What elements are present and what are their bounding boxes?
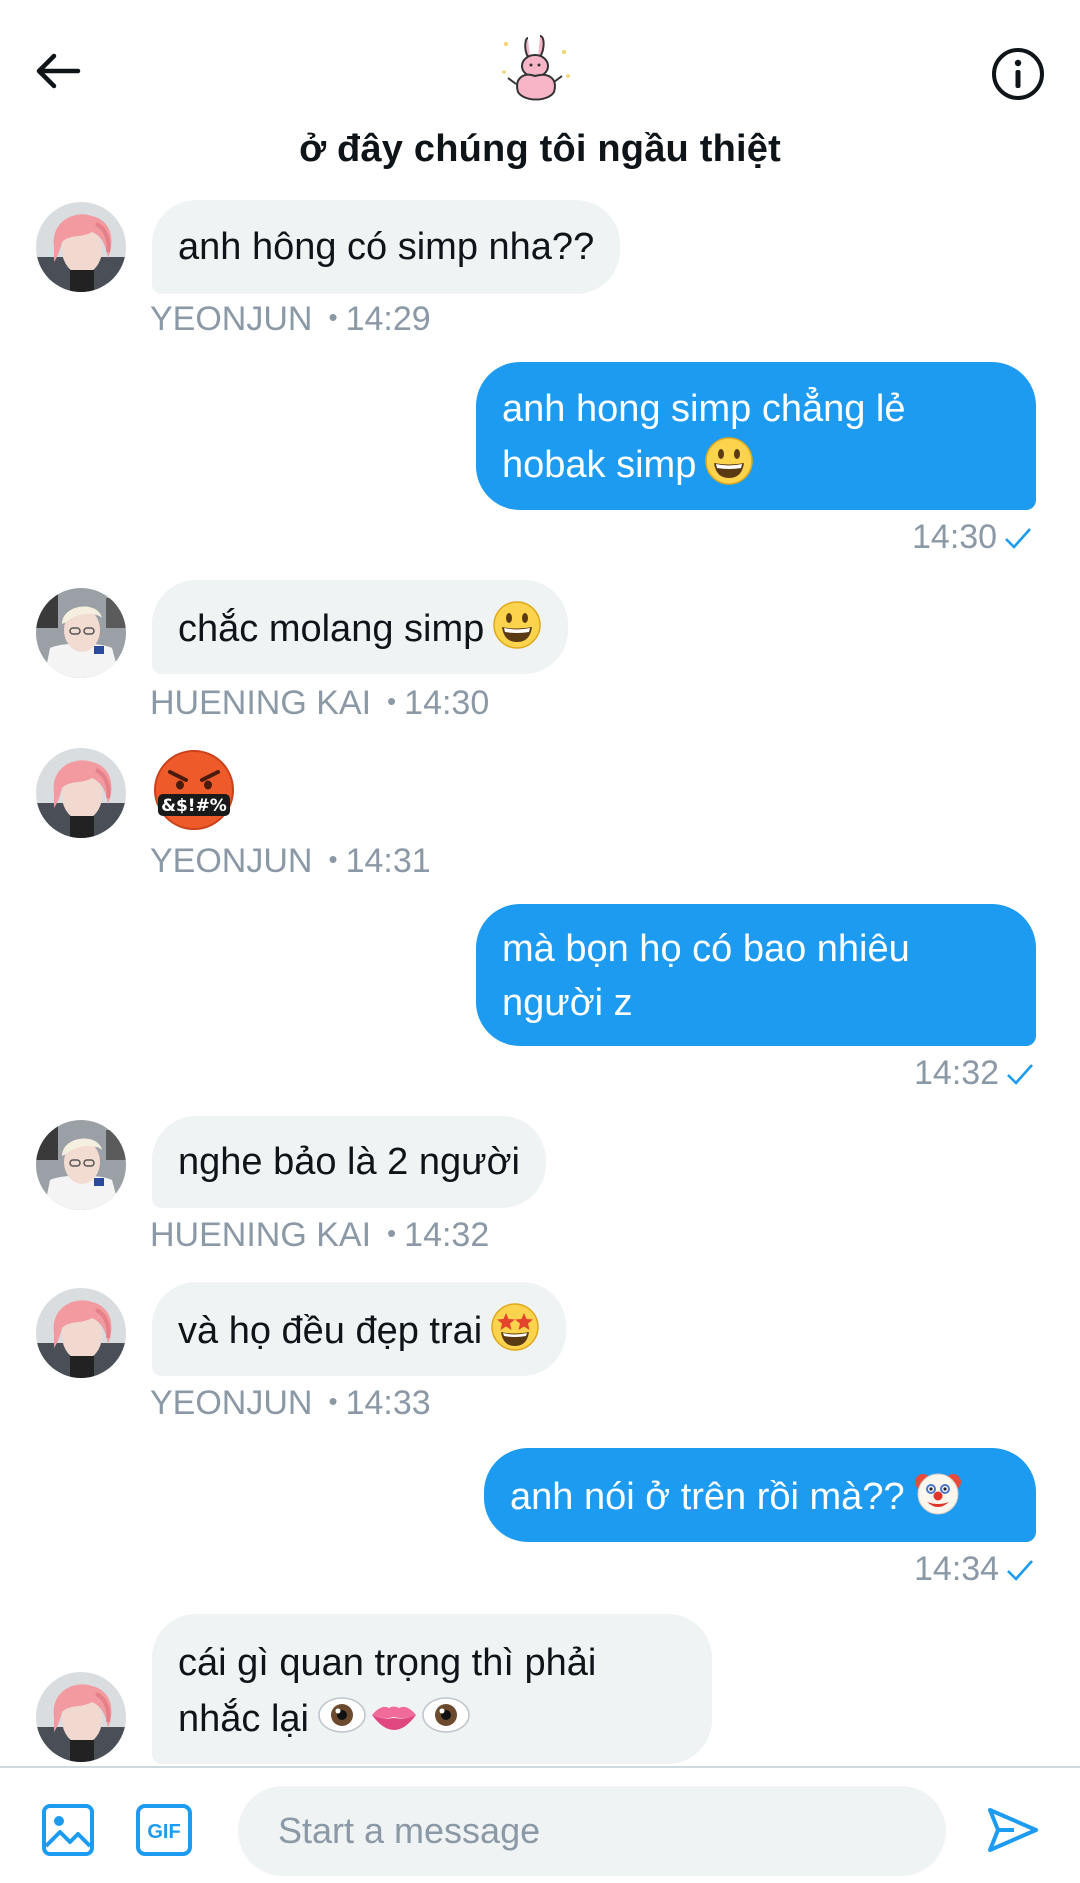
sender-name: YEONJUN: [150, 842, 313, 880]
info-icon: [992, 48, 1044, 100]
sender-name: HUENING KAI: [150, 1216, 372, 1254]
message-time: 14:29: [345, 300, 431, 338]
star-struck-emoji: [490, 1302, 540, 1352]
message-meta: HUENING KAI • 14:32: [150, 1216, 490, 1254]
message-time: 14:30: [404, 684, 490, 722]
check-icon: [1005, 528, 1032, 549]
message-time: 14:32: [404, 1216, 490, 1254]
sender-name: HUENING KAI: [150, 684, 372, 722]
eye-emoji: [317, 1690, 367, 1740]
message-text-line: cái gì quan trọng thì phải: [178, 1642, 597, 1684]
message-text-line: người z: [502, 982, 633, 1024]
conversation-header: ở đây chúng tôi ngầu thiệt: [0, 0, 1080, 200]
conversation-title: ở đây chúng tôi ngầu thiệt: [299, 128, 781, 170]
message-meta: YEONJUN • 14:29: [150, 300, 431, 338]
message-time: 14:34: [914, 1550, 1000, 1588]
message-bubble-outgoing[interactable]: mà bọn họ có bao nhiêu người z: [476, 904, 1036, 1046]
eye-emoji: [421, 1690, 471, 1740]
grinning-face-emoji: [704, 436, 754, 486]
message-bubble-incoming[interactable]: chắc molang simp: [152, 580, 569, 674]
back-arrow-icon: [36, 53, 81, 89]
clown-face-emoji: [913, 1468, 963, 1518]
message-time: 14:32: [914, 1054, 1000, 1092]
message-meta: YEONJUN • 14:33: [150, 1384, 431, 1422]
message-time: 14:30: [912, 518, 998, 556]
gif-label: GIF: [147, 1821, 180, 1843]
add-image-button[interactable]: [40, 1802, 100, 1862]
emoji-symbols-text: &$!#%: [161, 796, 227, 816]
message-bubble-incoming[interactable]: và họ đều đẹp trai: [152, 1282, 567, 1376]
message-text-line: anh hong simp chẳng lẻ: [502, 388, 906, 430]
message-text: nghe bảo là 2 người: [178, 1141, 520, 1183]
message-meta: YEONJUN • 14:31: [150, 842, 431, 880]
message-meta: HUENING KAI • 14:30: [150, 684, 490, 722]
group-avatar[interactable]: [498, 32, 574, 108]
avatar-yeonjun[interactable]: [36, 1672, 126, 1762]
message-text: anh hông có simp nha??: [178, 226, 595, 268]
check-icon: [1007, 1560, 1034, 1581]
avatar-yeonjun[interactable]: [36, 748, 126, 838]
avatar-yeonjun[interactable]: [36, 202, 126, 292]
message-meta: 14:32: [914, 1054, 1035, 1093]
check-icon: [1007, 1064, 1034, 1085]
avatar-huening-kai[interactable]: [36, 1120, 126, 1210]
send-icon: [988, 1808, 1038, 1852]
message-text: anh nói ở trên rồi mà??: [510, 1476, 905, 1518]
message-composer: GIF: [0, 1766, 1080, 1883]
avatar-huening-kai[interactable]: [36, 588, 126, 678]
back-button[interactable]: [30, 46, 90, 96]
lips-emoji: [369, 1690, 419, 1740]
sender-name: YEONJUN: [150, 300, 313, 338]
add-gif-button[interactable]: GIF: [134, 1802, 194, 1862]
avatar-yeonjun[interactable]: [36, 1288, 126, 1378]
message-text: và họ đều đẹp trai: [178, 1310, 483, 1352]
message-text: chắc molang simp: [178, 608, 485, 650]
send-button[interactable]: [984, 1802, 1040, 1862]
face-with-symbols-on-mouth-emoji[interactable]: &$!#%: [152, 748, 236, 832]
message-text-line: hobak simp: [502, 444, 697, 486]
message-meta: 14:34: [914, 1550, 1035, 1589]
message-meta: 14:30: [912, 518, 1033, 557]
message-input[interactable]: [238, 1786, 946, 1876]
message-bubble-outgoing[interactable]: anh nói ở trên rồi mà??: [484, 1448, 1036, 1542]
message-time: 14:31: [345, 842, 431, 880]
sender-name: YEONJUN: [150, 1384, 313, 1422]
message-bubble-incoming[interactable]: nghe bảo là 2 người: [152, 1116, 546, 1208]
message-bubble-incoming[interactable]: anh hông có simp nha??: [152, 200, 621, 294]
message-bubble-incoming[interactable]: cái gì quan trọng thì phải nhắc lại: [152, 1614, 712, 1764]
conversation-info-button[interactable]: [990, 46, 1046, 102]
message-bubble-outgoing[interactable]: anh hong simp chẳng lẻ hobak simp: [476, 362, 1036, 510]
message-text-line: nhắc lại: [178, 1698, 309, 1740]
message-time: 14:33: [345, 1384, 431, 1422]
image-icon: [42, 1804, 94, 1856]
grinning-face-emoji: [492, 600, 542, 650]
gif-icon: GIF: [136, 1804, 192, 1856]
message-text-line: mà bọn họ có bao nhiêu: [502, 928, 910, 970]
